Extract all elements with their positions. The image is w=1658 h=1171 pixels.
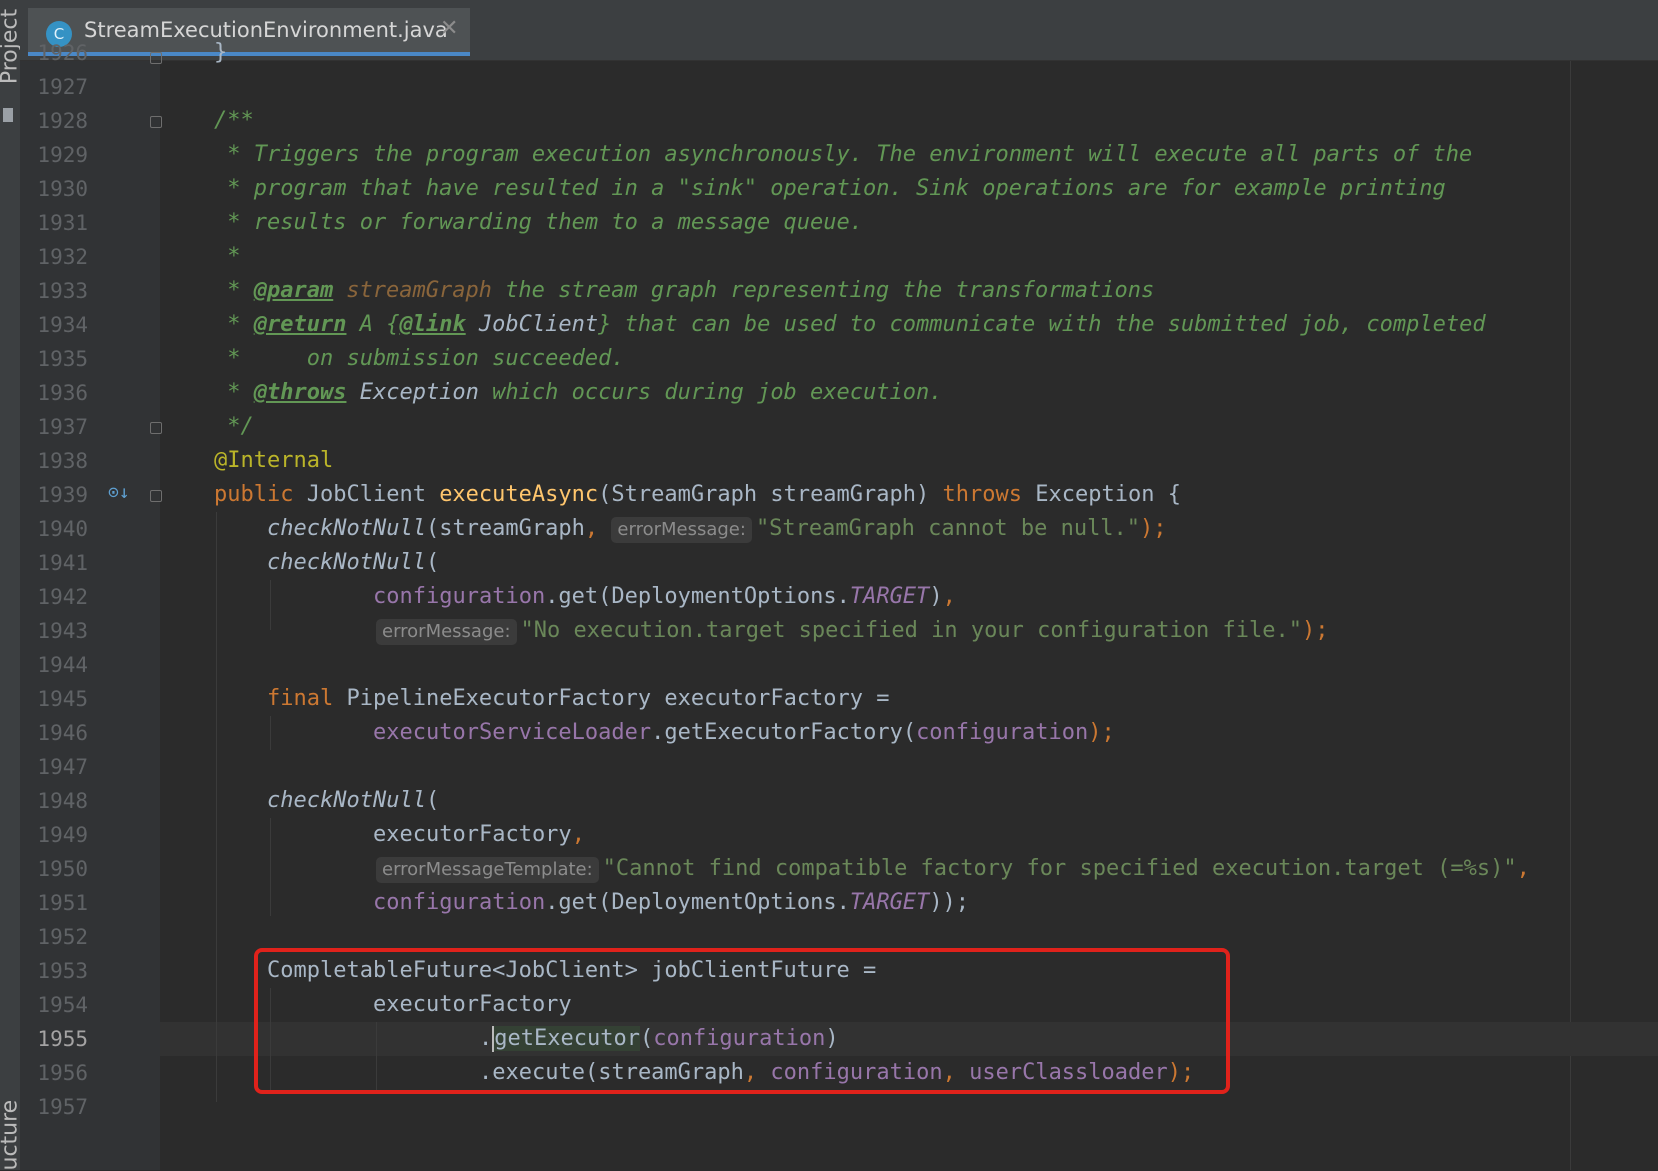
left-tool-strip: Project ucture [0, 0, 23, 1171]
line-number: 1935 [37, 347, 88, 371]
right-margin-guide [1570, 61, 1571, 1170]
tab-label: StreamExecutionEnvironment.java [84, 18, 448, 42]
line-number: 1955 [37, 1027, 88, 1051]
line-number: 1937 [37, 415, 88, 439]
indent-guide [270, 580, 271, 630]
param-hint: errorMessage: [376, 619, 517, 645]
highlight-annotation-box [254, 948, 1230, 1094]
code-line-1951: configuration.get(DeploymentOptions.TARG… [373, 890, 970, 915]
indent-guide [216, 512, 217, 1102]
line-number: 1945 [37, 687, 88, 711]
line-number: 1941 [37, 551, 88, 575]
code-line-1946: executorServiceLoader.getExecutorFactory… [373, 720, 1115, 745]
fold-marker[interactable] [150, 422, 162, 434]
fold-marker[interactable] [150, 490, 162, 502]
folder-icon [3, 108, 13, 122]
line-number: 1930 [37, 177, 88, 201]
line-number: 1943 [37, 619, 88, 643]
code-line-1932: * [214, 244, 241, 269]
param-hint: errorMessage: [611, 517, 752, 543]
code-line-1929: * Triggers the program execution asynchr… [214, 142, 1473, 167]
line-number: 1934 [37, 313, 88, 337]
code-line-1930: * program that have resulted in a "sink"… [214, 176, 1446, 201]
code-line-1945: final PipelineExecutorFactory executorFa… [267, 686, 890, 711]
indent-guide [270, 818, 271, 916]
line-number: 1928 [37, 109, 88, 133]
line-number: 1949 [37, 823, 88, 847]
code-line-1948: checkNotNull( [267, 788, 440, 813]
line-number: 1947 [37, 755, 88, 779]
code-line-1938: @Internal [214, 448, 334, 473]
line-number: 1944 [37, 653, 88, 677]
line-number: 1933 [37, 279, 88, 303]
line-number: 1929 [37, 143, 88, 167]
indent-guide [270, 716, 271, 750]
line-number: 1953 [37, 959, 88, 983]
fold-marker[interactable] [150, 52, 162, 64]
line-number: 1939 [37, 483, 88, 507]
line-number: 1948 [37, 789, 88, 813]
code-line-1937: */ [214, 414, 254, 439]
line-number: 1952 [37, 925, 88, 949]
editor-tab-streamexecutionenvironment[interactable]: C StreamExecutionEnvironment.java ✕ [28, 8, 470, 56]
line-number: 1954 [37, 993, 88, 1017]
code-line-1949: executorFactory, [373, 822, 585, 847]
line-number: 1950 [37, 857, 88, 881]
code-line-1942: configuration.get(DeploymentOptions.TARG… [373, 584, 956, 609]
line-number: 1956 [37, 1061, 88, 1085]
code-line-1940: checkNotNull(streamGraph, errorMessage: "… [267, 516, 1167, 543]
line-number: 1946 [37, 721, 88, 745]
line-number: 1942 [37, 585, 88, 609]
line-number: 1931 [37, 211, 88, 235]
editor-tab-bar: C StreamExecutionEnvironment.java ✕ [20, 0, 1658, 61]
line-number: 1957 [37, 1095, 88, 1119]
code-line-1950: errorMessageTemplate: "Cannot find compat… [376, 852, 1530, 886]
code-line-1928: /** [214, 108, 254, 133]
close-icon[interactable]: ✕ [440, 16, 458, 41]
code-line-1933: * @param streamGraph the stream graph rep… [214, 278, 1155, 303]
line-number: 1940 [37, 517, 88, 541]
code-line-1926: } [214, 40, 228, 65]
line-number: 1951 [37, 891, 88, 915]
code-line-1943: errorMessage: "No execution.target specif… [376, 614, 1329, 648]
line-number: 1936 [37, 381, 88, 405]
line-number: 1938 [37, 449, 88, 473]
code-line-1935: * on submission succeeded. [214, 346, 625, 371]
param-hint: errorMessageTemplate: [376, 857, 599, 883]
implementing-method-icon[interactable]: ⊙↓ [108, 482, 130, 503]
line-number: 1927 [37, 75, 88, 99]
code-line-1941: checkNotNull( [267, 550, 440, 575]
fold-marker[interactable] [150, 116, 162, 128]
code-line-1934: * @return A {@link JobClient} that can b… [214, 312, 1486, 337]
code-line-1931: * results or forwarding them to a messag… [214, 210, 864, 235]
code-line-1936: * @throws Exception which occurs during … [214, 380, 943, 405]
code-line-1939: public JobClient executeAsync(StreamGrap… [214, 482, 1181, 507]
line-number: 1926 [37, 41, 88, 65]
line-number: 1932 [37, 245, 88, 269]
